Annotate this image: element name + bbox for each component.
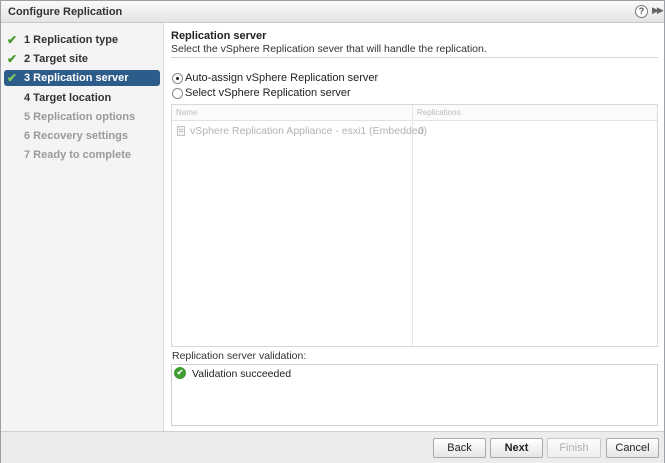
table-header: Name Replications <box>172 105 657 121</box>
dialog-title: Configure Replication <box>8 6 123 18</box>
finish-button: Finish <box>547 438 601 458</box>
wizard-steps: ✔ 1 Replication type ✔ 2 Target site ✔ 3… <box>1 23 164 431</box>
validation-message: Validation succeeded <box>192 368 292 380</box>
server-table: Name Replications vSphere Replication Ap… <box>171 104 658 347</box>
step-replication-server[interactable]: ✔ 3 Replication server <box>4 70 160 86</box>
step-ready-to-complete: 7 Ready to complete <box>4 147 160 163</box>
step-label: 6 Recovery settings <box>24 130 128 142</box>
step-label: 2 Target site <box>24 53 88 65</box>
check-icon: ✔ <box>7 52 18 66</box>
section-title: Replication server <box>171 30 267 42</box>
step-replication-options: 5 Replication options <box>4 109 160 125</box>
step-replication-type[interactable]: ✔ 1 Replication type <box>4 32 160 48</box>
step-label: 4 Target location <box>24 92 112 104</box>
step-label: 5 Replication options <box>24 111 136 123</box>
validation-label: Replication server validation: <box>172 350 307 362</box>
check-icon: ✔ <box>7 33 18 47</box>
next-button[interactable]: Next <box>490 438 543 458</box>
table-row: vSphere Replication Appliance - esxi1 (E… <box>172 122 657 140</box>
configure-replication-dialog: Configure Replication ? ▶▶ ✔ 1 Replicati… <box>0 0 665 463</box>
column-header-name: Name <box>176 108 198 117</box>
server-name: vSphere Replication Appliance - esxi1 (E… <box>190 125 427 137</box>
button-bar: Back Next Finish Cancel <box>1 431 664 463</box>
step-target-location[interactable]: 4 Target location <box>4 90 160 106</box>
help-icon[interactable]: ? <box>635 5 648 18</box>
step-target-site[interactable]: ✔ 2 Target site <box>4 51 160 67</box>
expand-icon[interactable]: ▶▶ <box>652 5 664 16</box>
section-description: Select the vSphere Replication sever tha… <box>171 43 487 55</box>
select-server-label[interactable]: Select vSphere Replication server <box>185 87 351 99</box>
auto-assign-radio[interactable] <box>172 73 183 84</box>
step-label: 1 Replication type <box>24 34 119 46</box>
step-label: 7 Ready to complete <box>24 149 131 161</box>
validation-box: ✔ Validation succeeded <box>171 364 658 426</box>
auto-assign-label[interactable]: Auto-assign vSphere Replication server <box>185 72 378 84</box>
column-header-replications: Replications <box>417 108 461 117</box>
cancel-button[interactable]: Cancel <box>606 438 659 458</box>
section-divider <box>171 57 658 58</box>
replications-count: 0 <box>418 125 424 137</box>
select-server-radio[interactable] <box>172 88 183 99</box>
step-recovery-settings: 6 Recovery settings <box>4 128 160 144</box>
success-check-icon: ✔ <box>174 367 186 379</box>
step-label: 3 Replication server <box>24 72 129 84</box>
check-icon: ✔ <box>7 71 18 85</box>
server-icon <box>177 126 185 136</box>
column-divider <box>412 105 413 346</box>
title-bar: Configure Replication ? ▶▶ <box>1 1 664 23</box>
back-button[interactable]: Back <box>433 438 486 458</box>
